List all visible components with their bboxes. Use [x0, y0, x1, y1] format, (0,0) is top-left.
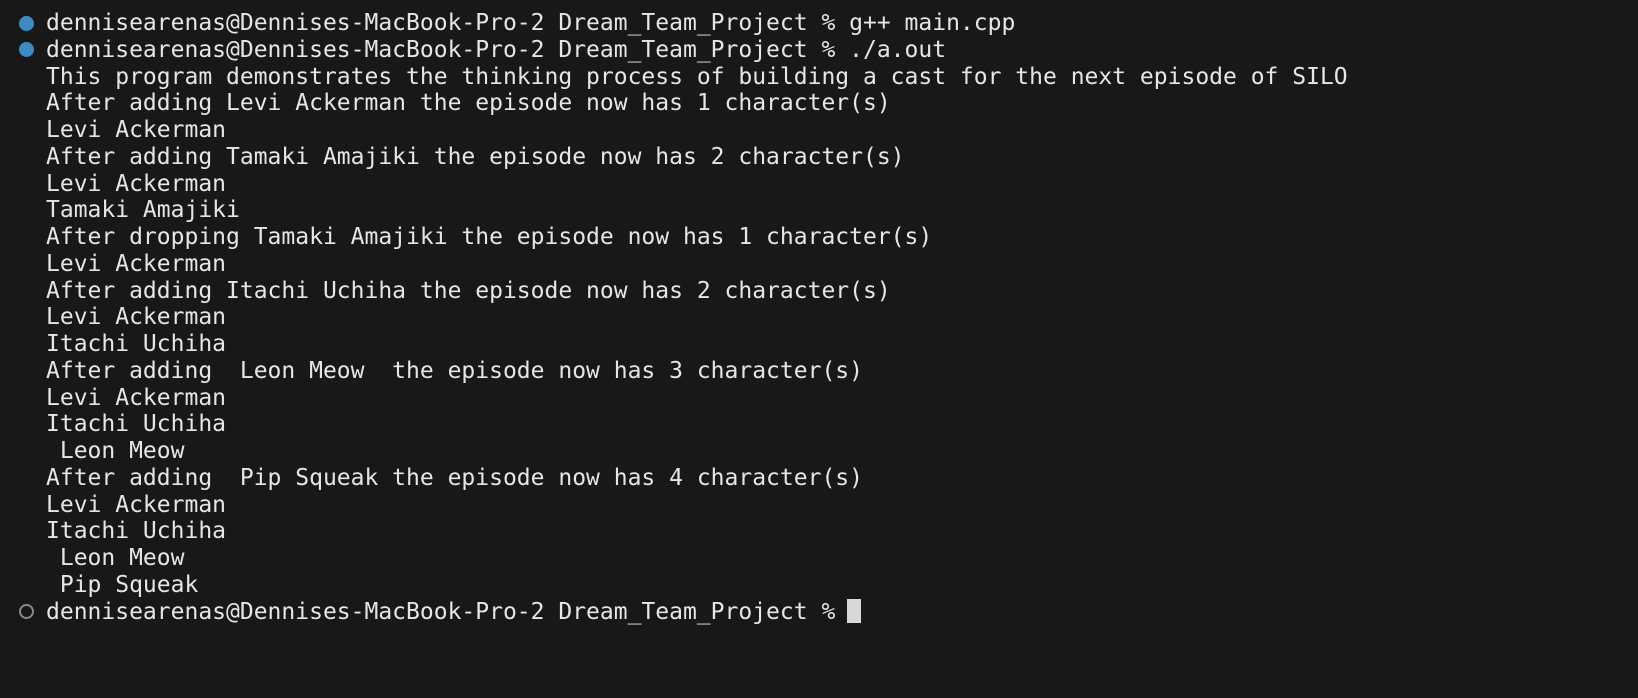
output-line: After adding Levi Ackerman the episode n…	[46, 89, 891, 117]
output-line: This program demonstrates the thinking p…	[46, 63, 1348, 91]
output-line: Levi Ackerman	[46, 303, 226, 331]
line-text: Itachi Uchiha	[46, 518, 227, 545]
output-line: Itachi Uchiha	[46, 330, 226, 358]
line-text: Pip Squeak	[46, 571, 199, 598]
prompt-line: dennisearenas@Dennises-MacBook-Pro-2 Dre…	[46, 36, 946, 64]
line-text: Leon Meow	[46, 545, 185, 571]
output-line: After adding Itachi Uchiha the episode n…	[46, 277, 891, 305]
line-text: Itachi Uchiha	[46, 331, 227, 357]
line-text: After adding Pip Squeak the episode now …	[46, 464, 863, 491]
line-text: After adding Itachi Uchiha the episode n…	[46, 277, 891, 304]
line-text: Levi Ackerman	[46, 304, 227, 331]
line-text: After adding Tamaki Amajiki the episode …	[46, 143, 905, 170]
output-line: Levi Ackerman	[46, 170, 226, 198]
output-line: After adding Tamaki Amajiki the episode …	[46, 143, 905, 171]
line-text: Itachi Uchiha	[46, 411, 227, 438]
line-text: Levi Ackerman	[46, 117, 227, 143]
output-line: Leon Meow	[46, 437, 185, 465]
line-text: Levi Ackerman	[46, 491, 227, 518]
output-line: After adding Pip Squeak the episode now …	[46, 464, 863, 492]
line-text: Levi Ackerman	[46, 384, 227, 411]
output-line: Levi Ackerman	[46, 116, 226, 144]
prompt-line: dennisearenas@Dennises-MacBook-Pro-2 Dre…	[46, 598, 862, 626]
line-text: Levi Ackerman	[46, 250, 227, 277]
command-status-icon	[19, 15, 34, 31]
prompt-idle-icon	[19, 604, 34, 619]
command-status-icon	[19, 42, 34, 58]
line-text: dennisearenas@Dennises-MacBook-Pro-2 Dre…	[46, 10, 1016, 36]
line-text: Levi Ackerman	[46, 170, 227, 197]
output-line: Itachi Uchiha	[46, 410, 226, 438]
line-text: Tamaki Amajiki	[46, 197, 240, 224]
line-text: This program demonstrates the thinking p…	[46, 63, 1348, 90]
output-line: After dropping Tamaki Amajiki the episod…	[46, 223, 932, 251]
output-line: Pip Squeak	[46, 571, 198, 599]
line-text: After adding Leon Meow the episode now h…	[46, 357, 863, 384]
output-line: Tamaki Amajiki	[46, 196, 240, 224]
terminal-output[interactable]: dennisearenas@Dennises-MacBook-Pro-2 Dre…	[0, 0, 1638, 698]
output-line: Levi Ackerman	[46, 250, 226, 278]
line-text: dennisearenas@Dennises-MacBook-Pro-2 Dre…	[46, 36, 947, 63]
output-line: After adding Leon Meow the episode now h…	[46, 357, 863, 385]
text-cursor[interactable]	[847, 598, 862, 623]
output-line: Levi Ackerman	[46, 384, 226, 412]
output-line: Levi Ackerman	[46, 491, 226, 519]
output-line: Leon Meow	[46, 544, 185, 572]
line-text: dennisearenas@Dennises-MacBook-Pro-2 Dre…	[46, 598, 836, 625]
output-line: Itachi Uchiha	[46, 517, 226, 545]
line-text: Leon Meow	[46, 438, 185, 464]
line-text: After adding Levi Ackerman the episode n…	[46, 90, 891, 117]
prompt-line: dennisearenas@Dennises-MacBook-Pro-2 Dre…	[46, 9, 1015, 37]
line-text: After dropping Tamaki Amajiki the episod…	[46, 224, 933, 250]
